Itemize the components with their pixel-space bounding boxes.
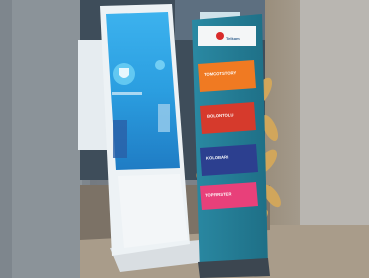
scene-illustration: [0, 0, 369, 278]
pillar-brand: Telkom: [226, 36, 240, 41]
info-pillar: [192, 14, 268, 272]
photo-scene: [0, 0, 369, 278]
